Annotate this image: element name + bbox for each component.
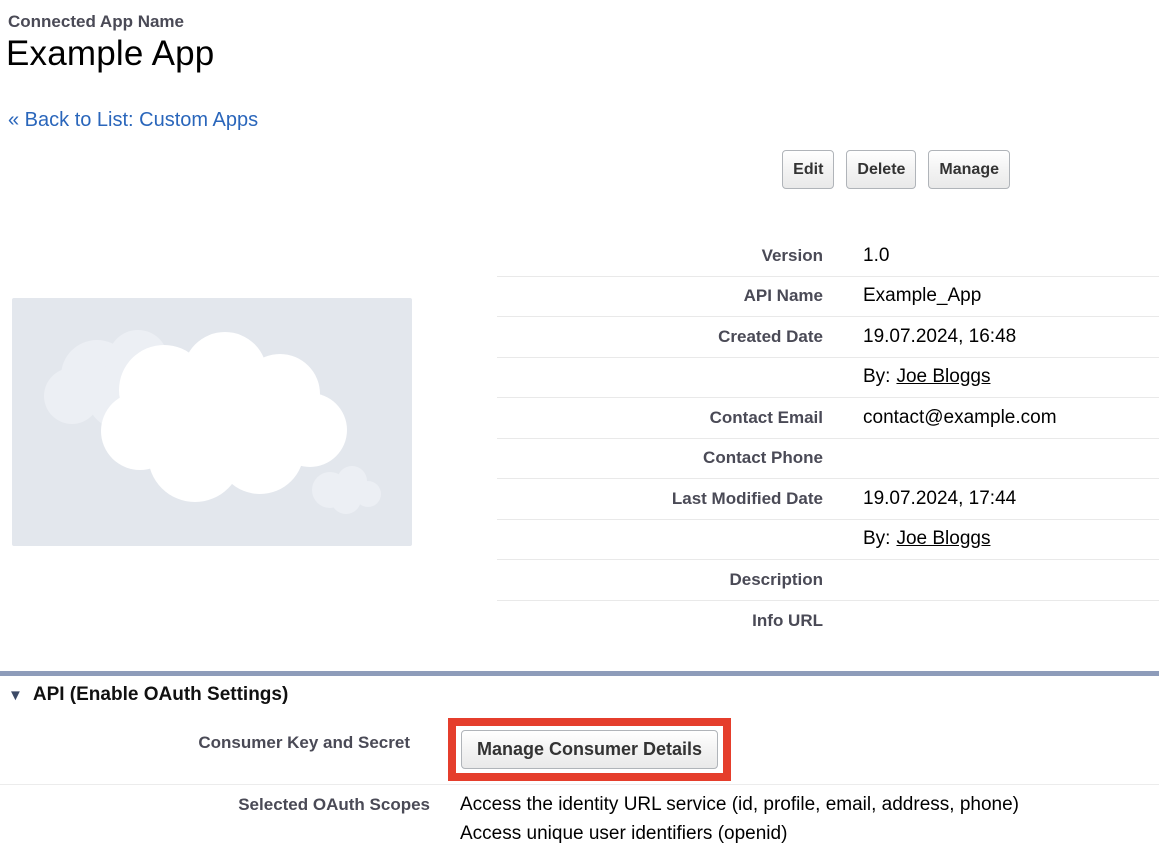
collapse-triangle-icon[interactable]: ▼ (8, 688, 23, 703)
selected-oauth-scopes-values: Access the identity URL service (id, pro… (460, 791, 1019, 848)
field-label: Created Date (497, 327, 823, 347)
by-prefix: By: (863, 528, 890, 549)
table-row-version: Version 1.0 (497, 236, 1159, 277)
table-row-modified-by: By: Joe Bloggs (497, 520, 1159, 561)
manage-button[interactable]: Manage (928, 150, 1010, 189)
table-row-contact-phone: Contact Phone (497, 439, 1159, 480)
table-row-created-by: By: Joe Bloggs (497, 358, 1159, 399)
field-label: Contact Phone (497, 448, 823, 468)
table-row-info-url: Info URL (497, 601, 1159, 642)
page-title: Example App (6, 34, 214, 74)
oauth-scope-item: Access the identity URL service (id, pro… (460, 791, 1019, 820)
field-value: contact@example.com (863, 407, 1057, 429)
field-value: By: Joe Bloggs (863, 366, 990, 388)
field-label: Description (497, 570, 823, 590)
section-divider-bar (0, 671, 1159, 676)
cloud-icon (12, 298, 412, 546)
field-label: Contact Email (497, 408, 823, 428)
modified-by-user-link[interactable]: Joe Bloggs (896, 528, 990, 549)
delete-button[interactable]: Delete (846, 150, 916, 189)
field-value: 1.0 (863, 245, 889, 267)
oauth-scope-item: Access unique user identifiers (openid) (460, 820, 1019, 848)
connected-app-detail-page: Connected App Name Example App « Back to… (0, 0, 1159, 848)
field-label: API Name (497, 286, 823, 306)
manage-consumer-details-button[interactable]: Manage Consumer Details (461, 730, 718, 769)
field-label: Last Modified Date (497, 489, 823, 509)
field-value: Example_App (863, 285, 981, 307)
app-logo-image (12, 298, 412, 546)
table-row-description: Description (497, 560, 1159, 601)
field-label: Version (497, 246, 823, 266)
table-row-api-name: API Name Example_App (497, 277, 1159, 318)
detail-table: Version 1.0 API Name Example_App Created… (497, 236, 1159, 641)
detail-toolbar: Edit Delete Manage (0, 150, 1010, 189)
entity-type-label: Connected App Name (8, 12, 184, 32)
field-value: 19.07.2024, 17:44 (863, 488, 1016, 510)
table-row-last-modified-date: Last Modified Date 19.07.2024, 17:44 (497, 479, 1159, 520)
selected-oauth-scopes-label: Selected OAuth Scopes (0, 795, 430, 815)
by-prefix: By: (863, 366, 890, 387)
row-divider-line (0, 784, 1159, 785)
created-by-user-link[interactable]: Joe Bloggs (896, 366, 990, 387)
red-highlight-annotation: Manage Consumer Details (448, 718, 731, 781)
consumer-key-secret-label: Consumer Key and Secret (0, 733, 410, 753)
edit-button[interactable]: Edit (782, 150, 834, 189)
field-value: By: Joe Bloggs (863, 528, 990, 550)
table-row-created-date: Created Date 19.07.2024, 16:48 (497, 317, 1159, 358)
oauth-section-title: API (Enable OAuth Settings) (33, 684, 288, 706)
back-to-list-link[interactable]: « Back to List: Custom Apps (8, 109, 258, 132)
table-row-contact-email: Contact Email contact@example.com (497, 398, 1159, 439)
field-value: 19.07.2024, 16:48 (863, 326, 1016, 348)
oauth-section-header: ▼ API (Enable OAuth Settings) (8, 684, 288, 706)
field-label: Info URL (497, 611, 823, 631)
